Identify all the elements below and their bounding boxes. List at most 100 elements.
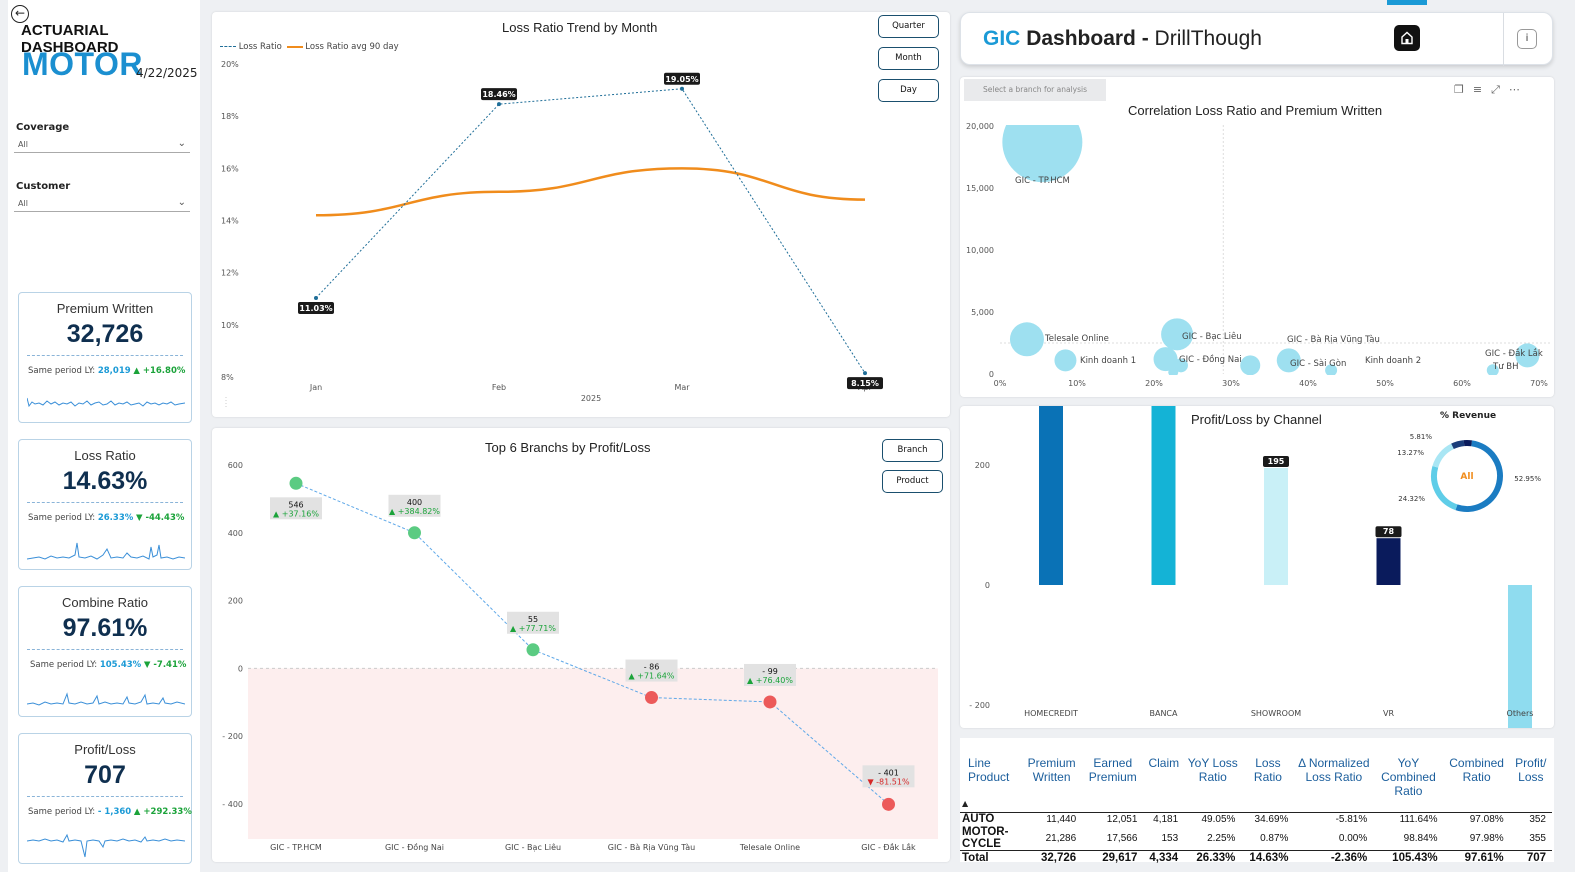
data-point (763, 695, 777, 709)
donut-slice (1451, 440, 1465, 450)
donut-label: 52.95% (1514, 475, 1541, 483)
table-cell: 355 (1529, 832, 1546, 844)
column-header[interactable]: Claim (1143, 756, 1185, 813)
column-header[interactable]: YoY Combined Ratio (1373, 756, 1444, 813)
column-header[interactable]: Profit/ Loss (1509, 756, 1552, 813)
negative-region (248, 668, 938, 839)
kpi-card-combine-ratio[interactable]: Combine Ratio 97.61% Same period LY: 105… (18, 586, 192, 717)
table-cell: 4,181 (1153, 813, 1179, 825)
column-header[interactable]: Loss Ratio (1241, 756, 1295, 813)
profit-by-channel-chart: 4002000- 200- 400455HOMECREDIT332BANCA19… (969, 406, 1541, 728)
bubble-label: Tư BH (1492, 362, 1519, 372)
x-tick-label: GIC - Đồng Nai (385, 842, 444, 852)
active-page-indicator (1387, 0, 1427, 5)
home-button[interactable] (1394, 25, 1420, 51)
bubble-label: GIC - Đắk Lắk (1485, 348, 1543, 359)
data-label: - 86▲ +71.64% (625, 659, 678, 682)
customer-dropdown[interactable]: All ⌄ (14, 197, 190, 212)
kpi-card-premium-written[interactable]: Premium Written 32,726 Same period LY: 2… (18, 292, 192, 423)
table-cell: 49.05% (1201, 813, 1236, 825)
dashboard-header: GIC Dashboard - DrillThough i (960, 12, 1553, 66)
data-point (882, 797, 895, 811)
table-cell: 12,051 (1106, 813, 1138, 825)
line-product-table: Line Product Premium Written Earned Premiu… (960, 756, 1552, 865)
column-header[interactable]: YoY Loss Ratio (1184, 756, 1242, 813)
x-tick-label: Mar (674, 383, 690, 392)
column-header[interactable]: Premium Written (1021, 756, 1083, 813)
kpi-title: Combine Ratio (62, 595, 148, 610)
kpi-sparkline (27, 397, 185, 408)
y-tick-label: 20,000 (966, 122, 994, 131)
table-row[interactable]: MOTOR-CYCLE 21,286 17,566 153 2.25% 0.87% 0.00… (960, 826, 1552, 851)
data-point (314, 295, 318, 300)
y-tick-label: - 200 (969, 701, 990, 710)
bubble-label: GIC - Bạc Liêu (1182, 331, 1242, 342)
svg-text:195: 195 (1268, 457, 1285, 466)
data-point (289, 476, 303, 490)
data-label: - 99▲ +76.40% (744, 663, 796, 686)
data-point (526, 643, 540, 657)
info-button[interactable]: i (1517, 29, 1537, 49)
y-tick-label: 18% (221, 112, 239, 121)
bar (1264, 468, 1288, 585)
x-tick-label: GIC - Bạc Liêu (505, 842, 561, 853)
bubble-label: GIC - Đồng Nai (1179, 354, 1242, 365)
y-tick-label: - 400 (222, 800, 243, 809)
svg-text:▼ -81.51%: ▼ -81.51% (867, 777, 909, 786)
donut-label: 24.32% (1398, 495, 1425, 503)
data-point (408, 526, 421, 540)
report-date: 4/22/2025 (136, 66, 198, 80)
table-cell: 2.25% (1207, 832, 1236, 844)
bar (1508, 585, 1532, 728)
table-cell: 97.08% (1469, 813, 1504, 825)
x-tick-label: 70% (1530, 379, 1548, 388)
table-row[interactable]: AUTO 11,440 12,051 4,181 49.05% 34.69% -5.81% 1… (960, 812, 1552, 826)
column-header[interactable]: Line Product (960, 756, 1022, 813)
table-cell: 26.33% (1184, 850, 1242, 865)
bubble-label: GIC - Bà Rịa Vũng Tàu (1287, 335, 1380, 345)
x-tick-label: GIC - Đắk Lắk (861, 842, 916, 852)
loss-ratio-trend-chart: 8%10%12%14%16%18%20%JanFebMarApr202511.0… (221, 60, 883, 407)
table-cell: -2.36% (1294, 850, 1374, 865)
column-header[interactable]: Earned Premium (1082, 756, 1144, 813)
table-cell: 153 (1161, 832, 1179, 844)
sort-asc-icon[interactable]: ▲ (962, 799, 968, 808)
coverage-dropdown[interactable]: All ⌄ (14, 138, 190, 153)
table-cell: 17,566 (1106, 832, 1138, 844)
x-tick-label: SHOWROOM (1251, 709, 1301, 718)
kpi-card-loss-ratio[interactable]: Loss Ratio 14.63% Same period LY: 26.33%… (18, 439, 192, 570)
table-cell: 352 (1529, 813, 1546, 825)
table-total-row[interactable]: Total 32,726 29,617 4,334 26.33% 14.63% -2.36%… (960, 850, 1552, 865)
table-cell: 4,334 (1143, 850, 1185, 865)
series-line-avg-90-day (315, 167, 866, 217)
kpi-same-period: Same period LY: 28,019 ▲ +16.80% (28, 366, 186, 376)
kpi-same-period: Same period LY: 105.43% ▼ -7.41% (30, 660, 187, 670)
y-tick-label: 10% (221, 321, 239, 330)
svg-text:18.46%: 18.46% (482, 90, 515, 99)
kpi-value: 32,726 (66, 320, 144, 348)
column-header[interactable]: Δ Normalized Loss Ratio (1294, 756, 1374, 813)
x-tick-label: 20% (1145, 379, 1163, 388)
column-header[interactable]: Combined Ratio (1443, 756, 1510, 813)
svg-text:- 401: - 401 (878, 768, 899, 777)
donut-slice (1431, 465, 1458, 511)
x-tick-label: Telesale Online (739, 843, 800, 852)
x-tick-label: HOMECREDIT (1024, 709, 1078, 718)
x-tick-label: 0% (994, 379, 1007, 388)
kpi-value: 97.61% (62, 614, 148, 642)
back-arrow-icon[interactable]: ← (11, 5, 29, 23)
kpi-title: Premium Written (56, 301, 154, 316)
data-label: 78 (1375, 526, 1402, 538)
kpi-title: Loss Ratio (74, 448, 136, 463)
kpi-value: 14.63% (62, 467, 148, 495)
data-label: 18.46% (481, 88, 517, 101)
data-label: 546▲ +37.16% (270, 497, 322, 520)
x-axis-group-label: 2025 (581, 394, 601, 403)
data-label: 11.03% (298, 301, 334, 314)
kpi-card-profit-loss[interactable]: Profit/Loss 707 Same period LY: - 1,360 … (18, 733, 192, 864)
data-label: 8.15% (847, 377, 883, 390)
table-cell: 14.63% (1241, 850, 1295, 865)
y-tick-label: 200 (975, 461, 990, 470)
table-cell: 34.69% (1254, 813, 1289, 825)
coverage-label: Coverage (16, 122, 70, 133)
